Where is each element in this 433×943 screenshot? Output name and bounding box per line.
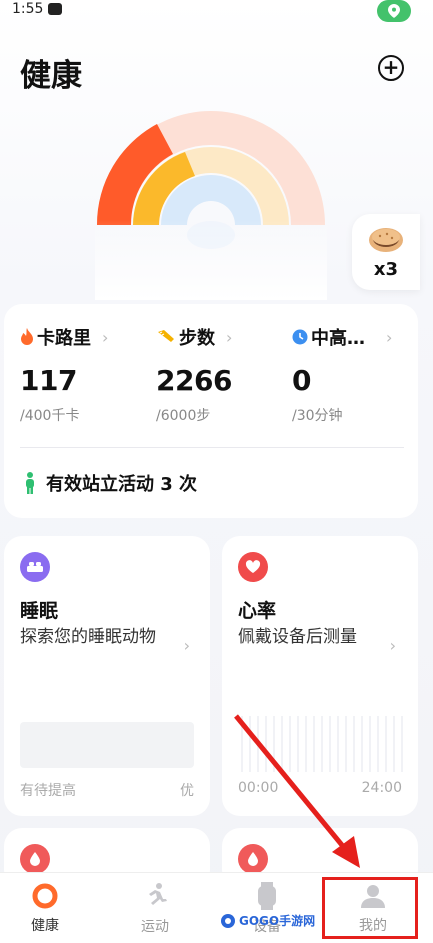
activity-summary-card[interactable]: 卡路里 › 117 /400千卡 步数 › 2266 /6000步 中高… › …	[4, 304, 418, 518]
metric-calories[interactable]: 卡路里 › 117 /400千卡	[20, 324, 150, 425]
drop-icon	[238, 844, 268, 874]
nav-tab-health[interactable]: 健康	[0, 873, 95, 943]
sleep-scale-high: 优	[180, 783, 194, 799]
badge-count: x3	[373, 258, 399, 280]
heart-rate-end-time: 24:00	[361, 780, 402, 796]
metric-value: 0	[292, 364, 311, 397]
chevron-right-icon: ›	[389, 636, 396, 655]
flame-icon	[21, 328, 33, 345]
sleep-scale-low: 有待提高	[20, 783, 76, 799]
metric-goal: /400千卡	[20, 408, 80, 424]
chevron-right-icon: ›	[226, 327, 233, 347]
watermark-text: GOGO手游网	[239, 914, 316, 928]
page-title: 健康	[20, 58, 82, 94]
stand-activity-row[interactable]: 有效站立活动 3 次	[24, 470, 197, 496]
gogo-logo-icon	[221, 913, 235, 928]
add-button[interactable]: +	[378, 55, 404, 81]
chevron-right-icon: ›	[102, 327, 109, 347]
sleep-card[interactable]: 睡眠 探索您的睡眠动物 › 有待提高 优	[4, 536, 210, 816]
health-ring-icon	[32, 883, 58, 908]
running-person-icon	[149, 882, 167, 905]
activity-rings[interactable]	[95, 110, 327, 300]
status-bar: 1:55	[0, 0, 433, 26]
heart-rate-chart-grid	[241, 716, 403, 772]
metric-label: 中高…	[311, 328, 365, 349]
annotation-highlight-box	[322, 877, 418, 939]
metric-value: 117	[20, 364, 77, 397]
metric-goal: /6000步	[156, 408, 211, 424]
shoe-icon	[158, 330, 174, 342]
nav-label: 运动	[141, 918, 169, 935]
standing-person-icon	[26, 472, 34, 494]
heart-rate-start-time: 00:00	[238, 780, 279, 796]
divider	[20, 447, 404, 448]
status-time: 1:55	[12, 1, 44, 17]
clock-icon	[292, 329, 308, 345]
nav-tab-sport[interactable]: 运动	[105, 873, 205, 943]
watermark-logo: GOGO手游网	[220, 912, 315, 929]
stand-activity-text: 有效站立活动 3 次	[46, 474, 198, 495]
sleep-chart-placeholder	[20, 722, 194, 768]
metric-activity[interactable]: 中高… › 0 /30分钟	[292, 324, 422, 425]
watch-icon	[258, 881, 276, 910]
sleep-description: 探索您的睡眠动物	[20, 627, 156, 647]
drop-icon	[20, 844, 50, 874]
bed-icon	[20, 552, 50, 582]
metric-label: 卡路里	[37, 328, 91, 349]
chevron-right-icon: ›	[183, 636, 190, 655]
metric-value: 2266	[156, 364, 232, 397]
nav-tab-device[interactable]: 设备	[217, 873, 317, 943]
metric-goal: /30分钟	[292, 408, 343, 424]
chevron-right-icon: ›	[386, 327, 393, 347]
badge-card[interactable]: x3	[352, 214, 420, 290]
heart-rate-description: 佩戴设备后测量	[238, 627, 357, 647]
heart-icon	[238, 552, 268, 582]
plus-icon: +	[382, 55, 400, 79]
location-icon	[377, 0, 411, 22]
sleep-title: 睡眠	[20, 600, 59, 622]
heart-rate-title: 心率	[238, 600, 277, 622]
heart-rate-card[interactable]: 心率 佩戴设备后测量 › 00:00 24:00	[222, 536, 418, 816]
app-notification-icon	[48, 3, 62, 15]
metric-steps[interactable]: 步数 › 2266 /6000步	[156, 324, 286, 425]
cookie-icon	[369, 227, 403, 252]
nav-label: 健康	[31, 917, 59, 934]
metric-label: 步数	[179, 328, 215, 349]
